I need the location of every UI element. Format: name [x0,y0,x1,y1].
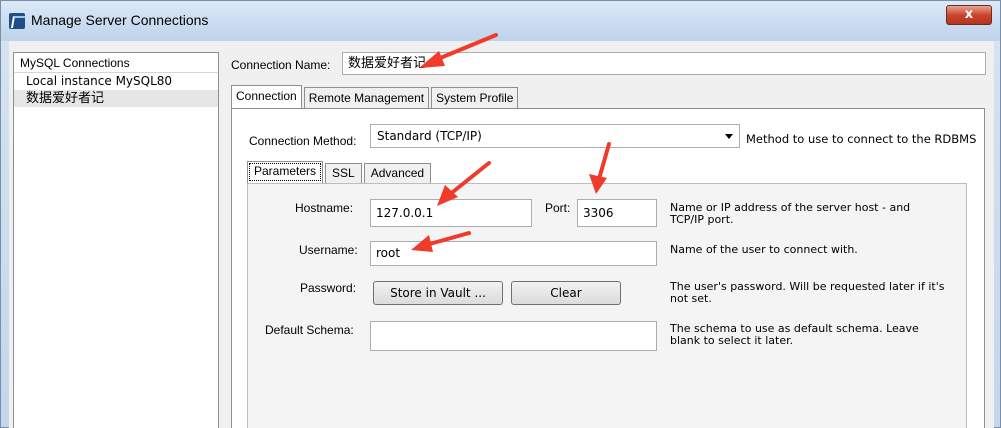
default-schema-label: Default Schema: [265,323,354,337]
tab-system-profile[interactable]: System Profile [431,87,519,108]
default-schema-help-line-2: blank to select it later. [670,334,794,347]
connection-item-selected[interactable]: 数据爱好者记 [14,90,218,107]
store-in-vault-button[interactable]: Store in Vault ... [373,281,503,305]
tab-remote-management[interactable]: Remote Management [303,87,430,108]
connection-method-select[interactable]: Standard (TCP/IP) [370,124,740,148]
port-input[interactable]: 3306 [577,199,657,227]
connection-item-local-instance[interactable]: Local instance MySQL80 [14,73,218,90]
hostname-label: Hostname: [295,201,354,215]
tab-connection[interactable]: Connection [231,85,302,108]
password-help-line-2: not set. [670,292,712,305]
username-input[interactable]: root [370,241,657,266]
chevron-down-icon [725,134,733,139]
manage-server-connections-window: Manage Server Connections x MySQL Connec… [0,0,1001,428]
tab-ssl[interactable]: SSL [325,163,362,183]
password-label: Password: [300,281,357,295]
tab-parameters[interactable]: Parameters [247,161,324,183]
connection-method-label: Connection Method: [249,134,357,148]
close-button[interactable]: x [946,5,992,25]
connections-list-header: MySQL Connections [14,53,218,73]
connection-method-help: Method to use to connect to the RDBMS [746,132,977,146]
username-label: Username: [299,243,358,257]
connections-list: MySQL Connections Local instance MySQL80… [13,52,219,428]
tab-advanced[interactable]: Advanced [363,163,432,183]
connection-name-input[interactable]: 数据爱好者记 [342,52,986,75]
clear-password-button[interactable]: Clear [511,281,621,305]
connection-tabs: Connection Remote Management System Prof… [231,85,520,110]
parameters-tabs: Parameters SSL Advanced [247,161,433,185]
port-label: Port: [545,201,571,215]
dialog-client-area: MySQL Connections Local instance MySQL80… [9,41,994,428]
hostname-input[interactable]: 127.0.0.1 [370,199,532,227]
default-schema-input[interactable] [370,321,657,351]
mysql-workbench-icon [9,13,25,29]
connection-method-value: Standard (TCP/IP) [377,129,482,143]
username-help: Name of the user to connect with. [670,243,858,256]
connection-name-label: Connection Name: [231,58,331,72]
window-title: Manage Server Connections [31,12,209,28]
hostname-help-line-2: TCP/IP port. [670,213,734,226]
title-bar[interactable]: Manage Server Connections x [1,1,1000,41]
